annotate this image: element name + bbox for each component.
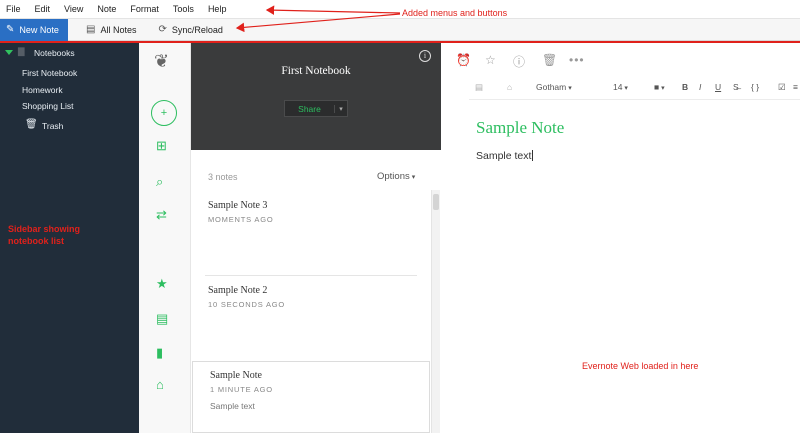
sync-icon: ⟳: [158, 23, 167, 35]
note-count: 3 notes: [208, 172, 238, 182]
more-options-icon[interactable]: •••: [569, 53, 585, 67]
new-note-label: New Note: [19, 24, 59, 35]
attachment-icon[interactable]: ▤: [475, 82, 483, 93]
sidebar-item-notebooks[interactable]: Notebooks: [34, 48, 75, 58]
menu-view[interactable]: View: [64, 4, 83, 14]
note-time: 10 SECONDS AGO: [208, 300, 286, 309]
sidebar-item-homework[interactable]: Homework: [22, 85, 63, 95]
new-note-button[interactable]: ✎ New Note: [0, 18, 68, 41]
font-select[interactable]: Gotham ▾: [536, 82, 572, 92]
list-item-selected[interactable]: Sample Note 1 MINUTE AGO Sample text: [192, 361, 430, 433]
toolbar: ✎ New Note ▤ All Notes ⟳ Sync/Reload: [0, 18, 800, 41]
sync-reload-button[interactable]: ⟳ Sync/Reload: [150, 19, 230, 41]
sidebar-item-shopping-list[interactable]: Shopping List: [22, 101, 74, 111]
note-body-text: Sample text: [476, 150, 532, 162]
sync-reload-label: Sync/Reload: [171, 24, 223, 35]
note-snippet: Sample text: [210, 401, 255, 411]
expand-caret-icon[interactable]: [5, 50, 13, 55]
notebooks-book-icon[interactable]: ▮: [156, 345, 163, 361]
text-caret: [532, 150, 534, 161]
annotation-menus-text: Added menus and buttons: [402, 8, 508, 18]
nav-rail: ❦ + ⊞ ⌕ ⇄ ★ ▤ ▮ ⌂: [139, 43, 191, 433]
work-chat-icon[interactable]: ⇄: [156, 207, 167, 223]
sidebar-item-first-notebook[interactable]: First Notebook: [22, 68, 77, 78]
list-item[interactable]: Sample Note 2 10 SECONDS AGO: [191, 276, 431, 361]
note-title: Sample Note: [210, 370, 262, 381]
lock-icon[interactable]: ⌂: [507, 82, 512, 92]
delete-trash-icon[interactable]: 🗑: [542, 53, 557, 67]
note-editor: ⏰ ☆ ⓘ 🗑 ••• ▤ ⌂ Gotham ▾ 14 ▾ ■ ▾ B I U …: [441, 43, 800, 433]
all-notes-label: All Notes: [100, 24, 137, 35]
note-time: MOMENTS AGO: [208, 215, 274, 224]
strikethrough-icon[interactable]: S̶: [733, 82, 739, 92]
font-chevron-icon: ▾: [566, 85, 572, 92]
checkbox-icon[interactable]: ☑: [778, 82, 786, 93]
bullet-list-icon[interactable]: ≡: [793, 82, 798, 92]
italic-button[interactable]: I: [699, 82, 701, 92]
font-size-chevron-icon: ▾: [622, 85, 628, 92]
menu-file[interactable]: File: [6, 4, 21, 14]
note-time: 1 MINUTE AGO: [210, 385, 273, 394]
notebooks-icon: ▇: [18, 46, 25, 56]
bold-button[interactable]: B: [682, 82, 688, 92]
options-label: Options: [377, 171, 410, 182]
menu-edit[interactable]: Edit: [35, 4, 51, 14]
options-dropdown[interactable]: Options ▾: [377, 171, 415, 182]
share-dropdown-chevron-icon[interactable]: ▾: [334, 104, 347, 113]
menu-tools[interactable]: Tools: [173, 4, 194, 14]
note-list-scrollbar[interactable]: [431, 190, 440, 433]
note-title: Sample Note 2: [208, 285, 268, 296]
notebook-title: First Notebook: [281, 65, 351, 77]
share-button[interactable]: Share ▾: [284, 100, 348, 117]
code-block-button[interactable]: { }: [751, 82, 759, 92]
notes-list-icon[interactable]: ▤: [156, 311, 168, 327]
new-note-circle-icon[interactable]: +: [151, 100, 177, 126]
font-name: Gotham: [536, 82, 567, 92]
new-note-icon: ✎: [6, 23, 15, 35]
search-icon[interactable]: ⌕: [156, 174, 163, 190]
tags-icon[interactable]: ⌂: [156, 377, 164, 392]
menu-note[interactable]: Note: [97, 4, 116, 14]
annotation-sidebar-text: Sidebar showing notebook list: [8, 224, 81, 246]
all-notes-button[interactable]: ▤ All Notes: [78, 19, 144, 41]
note-info-icon[interactable]: ⓘ: [513, 53, 525, 70]
reminder-alarm-icon[interactable]: ⏰: [456, 53, 471, 67]
new-chat-icon[interactable]: ⊞: [156, 138, 167, 154]
trash-icon: 🗑: [25, 119, 38, 130]
font-size-select[interactable]: 14 ▾: [613, 82, 628, 92]
underline-button[interactable]: U: [715, 82, 721, 92]
options-chevron-icon: ▾: [409, 174, 416, 181]
share-label: Share: [298, 103, 321, 114]
scrollbar-thumb[interactable]: [433, 194, 439, 210]
note-body-field[interactable]: Sample text: [476, 150, 534, 162]
elephant-logo-icon: ❦: [154, 51, 170, 71]
notebook-info-icon[interactable]: i: [419, 50, 431, 62]
text-color-icon[interactable]: ■ ▾: [654, 82, 665, 92]
notebook-header: i First Notebook Share ▾: [191, 43, 441, 150]
note-title: Sample Note 3: [208, 200, 268, 211]
format-bar-divider: [469, 99, 800, 100]
sidebar: ▇ Notebooks First Notebook Homework Shop…: [0, 43, 139, 433]
note-title-field[interactable]: Sample Note: [476, 118, 564, 138]
menu-format[interactable]: Format: [130, 4, 159, 14]
shortcut-star-icon[interactable]: ☆: [485, 53, 496, 67]
notes-icon: ▤: [86, 23, 96, 35]
menu-help[interactable]: Help: [208, 4, 227, 14]
shortcuts-star-icon[interactable]: ★: [156, 276, 168, 292]
sidebar-item-trash[interactable]: Trash: [42, 121, 63, 131]
menu-bar: File Edit View Note Format Tools Help: [0, 0, 800, 19]
note-list: 3 notes Options ▾ Sample Note 3 MOMENTS …: [191, 150, 441, 433]
annotation-web-text: Evernote Web loaded in here: [582, 361, 699, 371]
list-item[interactable]: Sample Note 3 MOMENTS AGO: [191, 190, 431, 275]
